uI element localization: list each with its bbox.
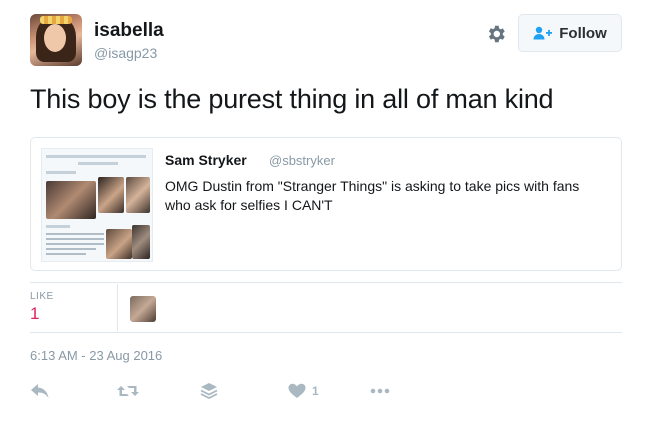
liker-avatar[interactable]	[130, 296, 156, 322]
user-avatar[interactable]	[30, 14, 82, 66]
retweet-button[interactable]	[116, 380, 140, 402]
like-stat-count[interactable]: 1	[30, 304, 39, 324]
tweet-timestamp[interactable]: 6:13 AM - 23 Aug 2016	[30, 348, 162, 363]
quoted-tweet-handle[interactable]: @sbstryker	[269, 153, 335, 168]
divider	[30, 282, 622, 283]
follow-button-label: Follow	[559, 24, 607, 42]
reply-button[interactable]	[30, 380, 50, 402]
like-stat-label[interactable]: LIKE	[30, 291, 54, 302]
quoted-tweet[interactable]: Sam Stryker @sbstryker OMG Dustin from "…	[30, 137, 622, 271]
quoted-tweet-name[interactable]: Sam Stryker	[165, 152, 247, 168]
reply-icon	[31, 384, 49, 398]
follow-button[interactable]: Follow	[518, 14, 622, 52]
quoted-tweet-thumbnail[interactable]	[41, 148, 153, 262]
like-action-count: 1	[312, 384, 319, 398]
divider	[117, 284, 118, 331]
divider	[30, 332, 622, 333]
heart-icon	[288, 383, 306, 398]
user-name[interactable]: isabella	[94, 20, 164, 42]
user-handle[interactable]: @isagp23	[94, 45, 157, 61]
stack-icon	[200, 383, 218, 400]
gear-icon[interactable]	[485, 23, 507, 45]
buffer-button[interactable]	[200, 380, 218, 402]
tweet-actions: 1	[30, 380, 430, 402]
tweet-header: isabella @isagp23 Follow	[30, 14, 622, 70]
retweet-icon	[117, 386, 139, 396]
add-user-icon	[533, 26, 553, 40]
tweet-text: This boy is the purest thing in all of m…	[30, 84, 554, 114]
quoted-tweet-text: OMG Dustin from "Stranger Things" is ask…	[165, 178, 580, 213]
like-button[interactable]: 1	[288, 380, 319, 402]
more-dots-icon	[370, 388, 390, 394]
more-button[interactable]	[370, 380, 390, 402]
